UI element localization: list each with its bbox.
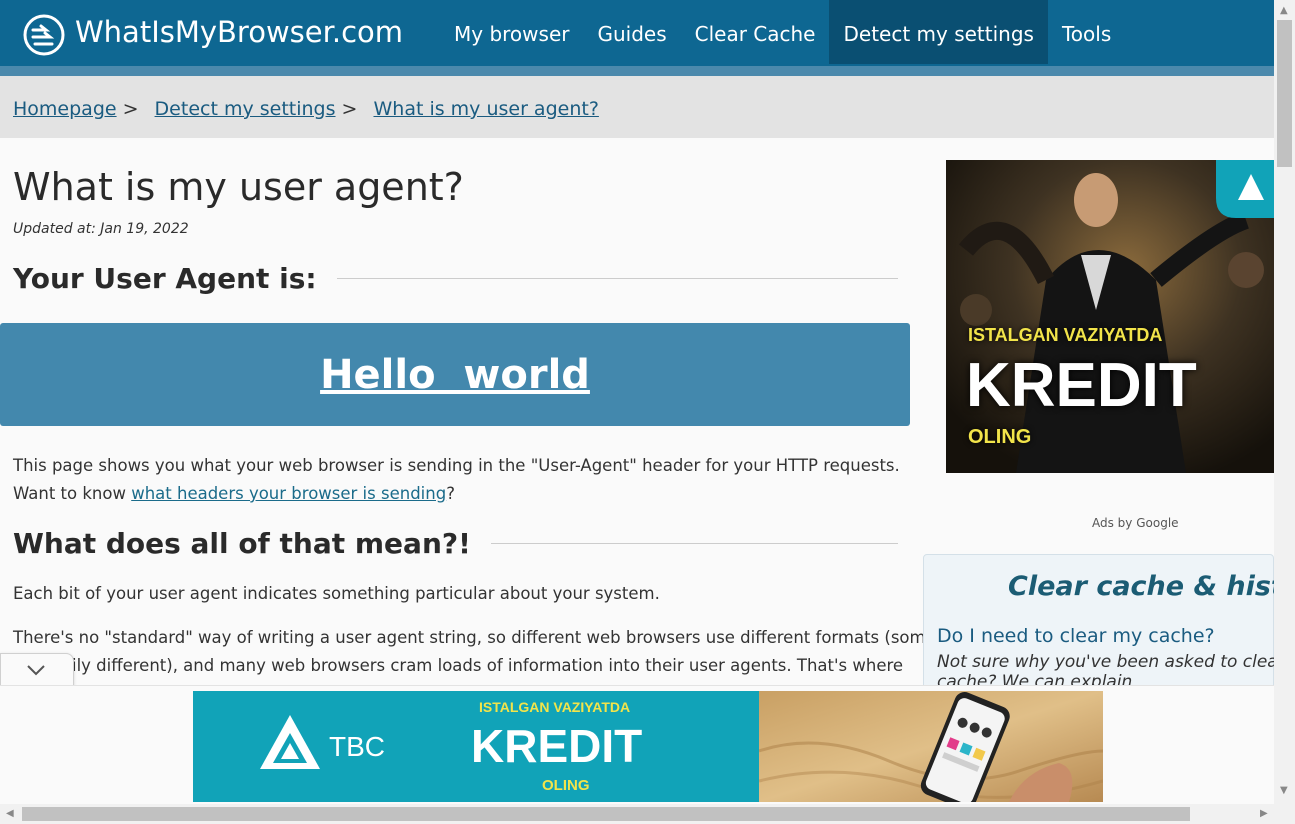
breadcrumb-separator: > [341, 98, 358, 120]
cache-question-link[interactable]: Do I need to clear my cache? [937, 625, 1215, 647]
ua-heading: Your User Agent is: [13, 262, 317, 295]
scroll-right-arrow-icon[interactable]: ▶ [1260, 809, 1268, 819]
top-navbar: WhatIsMyBrowser.com My browser Guides Cl… [0, 0, 1274, 66]
breadcrumb-detect-settings[interactable]: Detect my settings [155, 98, 336, 120]
vertical-scroll-thumb[interactable] [1277, 20, 1292, 167]
clear-cache-box: Clear cache & history Do I need to clear… [923, 554, 1295, 694]
main-nav: My browser Guides Clear Cache Detect my … [440, 0, 1125, 64]
meaning-paragraph-2: There's no "standard" way of writing a u… [13, 624, 936, 680]
nav-guides[interactable]: Guides [583, 0, 680, 64]
navbar-accent-strip [0, 66, 1274, 76]
nav-clear-cache[interactable]: Clear Cache [681, 0, 830, 64]
user-agent-value-link[interactable]: Hello world [320, 352, 590, 398]
meaning-paragraph-1: Each bit of your user agent indicates so… [13, 584, 660, 603]
nav-my-browser[interactable]: My browser [440, 0, 583, 64]
breadcrumb: Homepage > Detect my settings > What is my… [13, 98, 599, 120]
ad-line-1: ISTALGAN VAZIYATDA [968, 325, 1163, 345]
page-title: What is my user agent? [13, 165, 464, 209]
cache-desc-line-1: Not sure why you've been asked to clear … [937, 652, 1295, 672]
ad-line-3: OLING [968, 426, 1032, 448]
horizontal-scrollbar[interactable]: ◀ ▶ [0, 804, 1274, 824]
collapse-ad-button[interactable] [0, 653, 74, 689]
tbc-logo-icon [260, 715, 320, 769]
intro-suffix: ? [446, 484, 455, 503]
cache-box-title: Clear cache & history [1008, 571, 1295, 602]
intro-paragraph: This page shows you what your web browse… [13, 452, 913, 508]
ad-tbc-brand: TBC [329, 731, 385, 762]
nav-detect-my-settings[interactable]: Detect my settings [829, 0, 1048, 64]
sidebar-ad[interactable]: ISTALGAN VAZIYATDA KREDIT OLING [946, 160, 1274, 473]
bottom-ad-line-2: KREDIT [471, 720, 643, 772]
meaning-heading-row: What does all of that mean?! [13, 527, 898, 560]
breadcrumb-separator: > [122, 98, 139, 120]
meaning-heading: What does all of that mean?! [13, 527, 471, 560]
heading-divider [490, 543, 898, 544]
headers-link[interactable]: what headers your browser is sending [131, 484, 446, 503]
ua-heading-row: Your User Agent is: [13, 262, 898, 295]
bottom-ad-line-3: OLING [542, 777, 590, 794]
ad-line-2: KREDIT [966, 351, 1197, 420]
meaning-line-1: There's no "standard" way of writing a u… [13, 628, 936, 647]
scroll-up-arrow-icon[interactable]: ▲ [1280, 6, 1288, 16]
ads-by-google-label: Ads by Google [1092, 516, 1179, 530]
heading-divider [336, 278, 898, 279]
breadcrumb-homepage[interactable]: Homepage [13, 98, 117, 120]
intro-line-1: This page shows you what your web browse… [13, 456, 900, 475]
scroll-left-arrow-icon[interactable]: ◀ [6, 809, 14, 819]
scroll-down-arrow-icon[interactable]: ▼ [1280, 786, 1288, 796]
breadcrumb-bar: Homepage > Detect my settings > What is my… [0, 76, 1274, 138]
site-brand-link[interactable]: WhatIsMyBrowser.com [75, 15, 403, 49]
sand-phone-image [759, 691, 1103, 802]
intro-prefix: Want to know [13, 484, 132, 503]
meaning-line-2: ily different), and many web browsers cr… [72, 656, 904, 675]
scrollbar-corner [1274, 804, 1295, 824]
chevron-down-icon [27, 665, 45, 676]
bottom-ad-line-1: ISTALGAN VAZIYATDA [479, 699, 631, 715]
user-agent-box: Hello world [0, 323, 910, 426]
site-logo-icon[interactable] [22, 13, 66, 57]
bottom-banner-ad[interactable]: TBC ISTALGAN VAZIYATDA KREDIT OLING [193, 691, 1103, 802]
updated-date: Updated at: Jan 19, 2022 [13, 221, 189, 237]
vertical-scrollbar[interactable]: ▲ ▼ [1274, 0, 1295, 804]
breadcrumb-user-agent[interactable]: What is my user agent? [373, 98, 598, 120]
nav-tools[interactable]: Tools [1048, 0, 1125, 64]
horizontal-scroll-thumb[interactable] [22, 807, 1190, 821]
intro-line-2: Want to know what headers your browser i… [13, 480, 913, 508]
